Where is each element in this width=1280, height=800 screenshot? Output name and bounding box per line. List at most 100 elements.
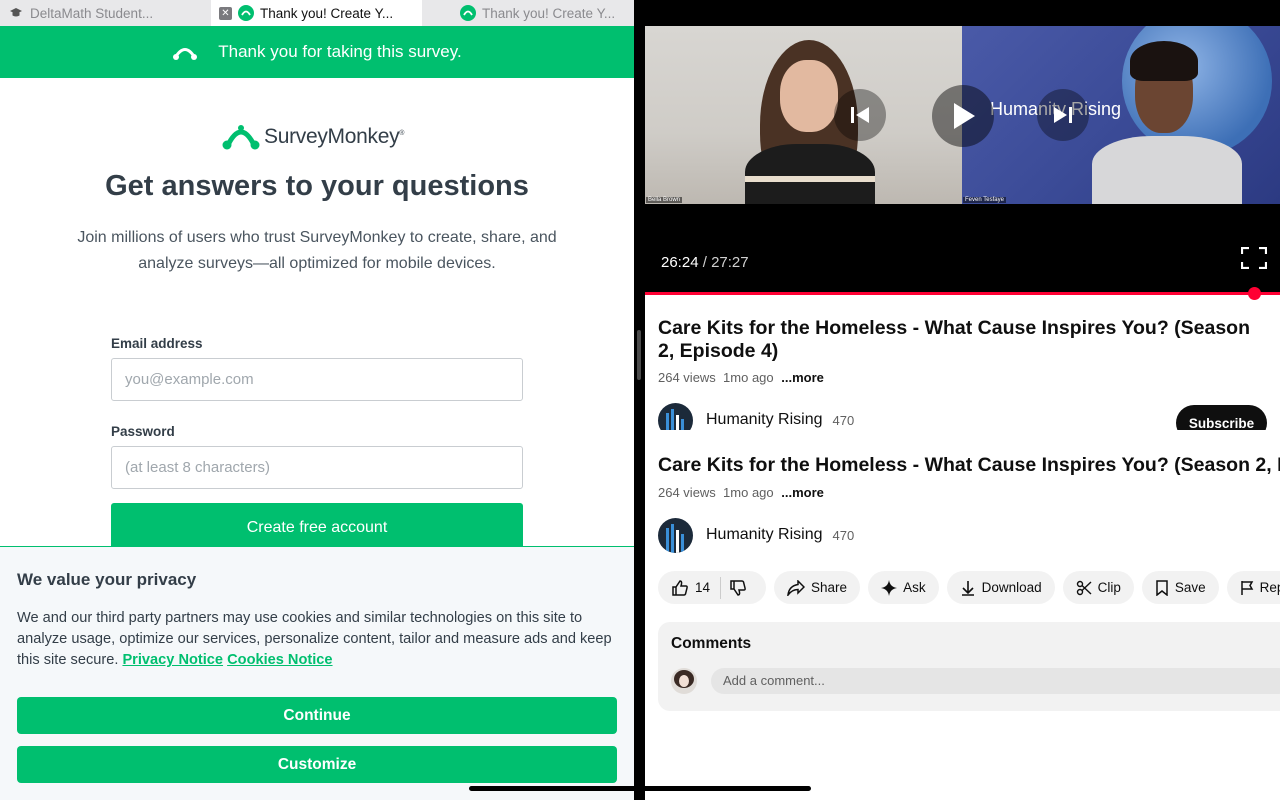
scissors-icon — [1076, 580, 1092, 595]
split-view-divider[interactable] — [634, 0, 645, 800]
more-link[interactable]: ...more — [781, 485, 824, 500]
fullscreen-icon[interactable] — [1241, 247, 1267, 269]
channel-avatar[interactable] — [658, 517, 693, 553]
page-subheading: Join millions of users who trust SurveyM… — [77, 229, 557, 272]
video-meta: 264 views 1mo ago ...more — [658, 370, 824, 385]
tab-title: Thank you! Create Y... — [260, 5, 394, 21]
share-label: Share — [811, 580, 848, 595]
ask-label: Ask — [903, 580, 926, 595]
email-label: Email address — [111, 336, 203, 351]
previous-button[interactable] — [834, 89, 886, 141]
next-button[interactable] — [1037, 89, 1089, 141]
more-link[interactable]: ...more — [781, 370, 824, 385]
split-view-handle[interactable] — [637, 330, 641, 380]
channel-row-expanded[interactable]: Humanity Rising 470 — [658, 517, 854, 553]
privacy-text: We and our third party partners may use … — [17, 608, 617, 671]
thumbs-up-icon[interactable] — [671, 579, 689, 597]
play-button[interactable] — [932, 85, 994, 147]
subscriber-count: 470 — [832, 527, 855, 543]
sparkle-icon — [881, 579, 898, 596]
action-bar: 14 Share Ask Download Clip Save Re — [658, 571, 1280, 605]
password-label: Password — [111, 424, 175, 439]
comments-panel[interactable]: Comments Add a comment... — [658, 622, 1280, 711]
duration: 27:27 — [711, 254, 749, 271]
view-count: 264 views — [658, 485, 716, 500]
surveymonkey-logo: SurveyMonkey® — [222, 120, 404, 154]
report-label: Report — [1259, 580, 1280, 595]
time-separator: / — [698, 254, 712, 271]
upload-age: 1mo ago — [723, 485, 774, 500]
video-title: Care Kits for the Homeless - What Cause … — [658, 317, 1251, 362]
like-count: 14 — [695, 580, 711, 595]
graduation-cap-icon — [8, 5, 24, 21]
share-icon — [787, 579, 806, 596]
surveymonkey-mark-icon — [173, 48, 198, 60]
video-speaker-right: Humanity Rising Feven Tesfaye — [962, 26, 1280, 204]
download-icon — [961, 580, 974, 596]
cookies-notice-link[interactable]: Cookies Notice — [227, 652, 332, 668]
channel-name[interactable]: Humanity Rising — [706, 411, 822, 429]
save-label: Save — [1174, 580, 1206, 595]
download-button[interactable]: Download — [946, 571, 1055, 604]
like-dislike-button[interactable]: 14 — [658, 571, 767, 604]
continue-button[interactable]: Continue — [17, 697, 617, 734]
tab-thank-you[interactable]: Thank you! Create Y... — [422, 0, 633, 26]
surveymonkey-favicon-icon — [460, 5, 476, 21]
tab-thank-you-active[interactable]: ✕ Thank you! Create Y... — [211, 0, 422, 26]
flag-icon — [1240, 580, 1253, 595]
skip-next-icon — [1054, 107, 1072, 123]
thumbs-down-icon[interactable] — [729, 579, 747, 597]
logo-text: SurveyMonkey® — [264, 125, 405, 148]
screen: DeltaMath Student... ✕ Thank you! Create… — [0, 0, 1280, 800]
bookmark-icon — [1156, 579, 1168, 596]
channel-name[interactable]: Humanity Rising — [706, 526, 822, 544]
clip-label: Clip — [1097, 580, 1121, 595]
speaker-name-tag: Feven Tesfaye — [963, 197, 1006, 203]
upload-age: 1mo ago — [723, 370, 774, 385]
surveymonkey-logo-icon — [222, 125, 260, 150]
tab-bar: DeltaMath Student... ✕ Thank you! Create… — [0, 0, 634, 26]
skip-previous-icon — [851, 107, 869, 123]
tab-deltamath[interactable]: DeltaMath Student... — [0, 0, 211, 26]
view-count: 264 views — [658, 370, 716, 385]
home-indicator[interactable] — [469, 786, 811, 791]
email-field[interactable] — [111, 358, 523, 401]
current-time: 26:24 — [661, 254, 699, 271]
share-button[interactable]: Share — [774, 571, 861, 604]
video-speaker-left: Bella Brown — [645, 26, 962, 204]
page-headline: Get answers to your questions — [105, 170, 529, 202]
clip-button[interactable]: Clip — [1062, 571, 1134, 604]
progress-bar[interactable] — [645, 292, 1280, 295]
comments-title: Comments — [671, 635, 752, 652]
like-separator — [720, 576, 722, 599]
speaker-name-tag: Bella Brown — [646, 197, 683, 203]
ask-button[interactable]: Ask — [868, 571, 939, 604]
video-title-expanded: Care Kits for the Homeless - What Cause … — [658, 454, 1280, 476]
password-field[interactable] — [111, 446, 523, 489]
time-display: 26:24 / 27:27 — [661, 254, 749, 271]
close-tab-icon[interactable]: ✕ — [219, 6, 232, 20]
surveymonkey-favicon-icon — [238, 5, 254, 21]
youtube-pane-right: Bella Brown Humanity Rising Feven Tesfay… — [645, 0, 1280, 800]
browser-pane-left: DeltaMath Student... ✕ Thank you! Create… — [0, 0, 634, 800]
report-button[interactable]: Report — [1226, 571, 1280, 604]
banner-text: Thank you for taking this survey. — [218, 42, 462, 61]
customize-button[interactable]: Customize — [17, 746, 617, 783]
download-label: Download — [981, 580, 1042, 595]
comment-input[interactable]: Add a comment... — [711, 668, 1280, 694]
save-button[interactable]: Save — [1141, 571, 1219, 604]
play-icon — [954, 103, 975, 129]
tab-title: DeltaMath Student... — [30, 5, 154, 21]
subscriber-count: 470 — [832, 412, 855, 428]
tab-title: Thank you! Create Y... — [482, 5, 616, 21]
section-clip — [645, 430, 1280, 450]
privacy-consent-panel: We value your privacy We and our third p… — [0, 546, 634, 800]
privacy-title: We value your privacy — [17, 570, 197, 589]
thank-you-banner: Thank you for taking this survey. — [0, 26, 634, 78]
user-avatar — [671, 668, 697, 694]
progress-scrubber[interactable] — [1248, 287, 1261, 300]
video-meta-expanded: 264 views 1mo ago ...more — [658, 485, 824, 500]
privacy-notice-link[interactable]: Privacy Notice — [122, 652, 223, 668]
video-player[interactable]: Bella Brown Humanity Rising Feven Tesfay… — [645, 0, 1280, 294]
video-frame[interactable]: Bella Brown Humanity Rising Feven Tesfay… — [645, 26, 1280, 204]
